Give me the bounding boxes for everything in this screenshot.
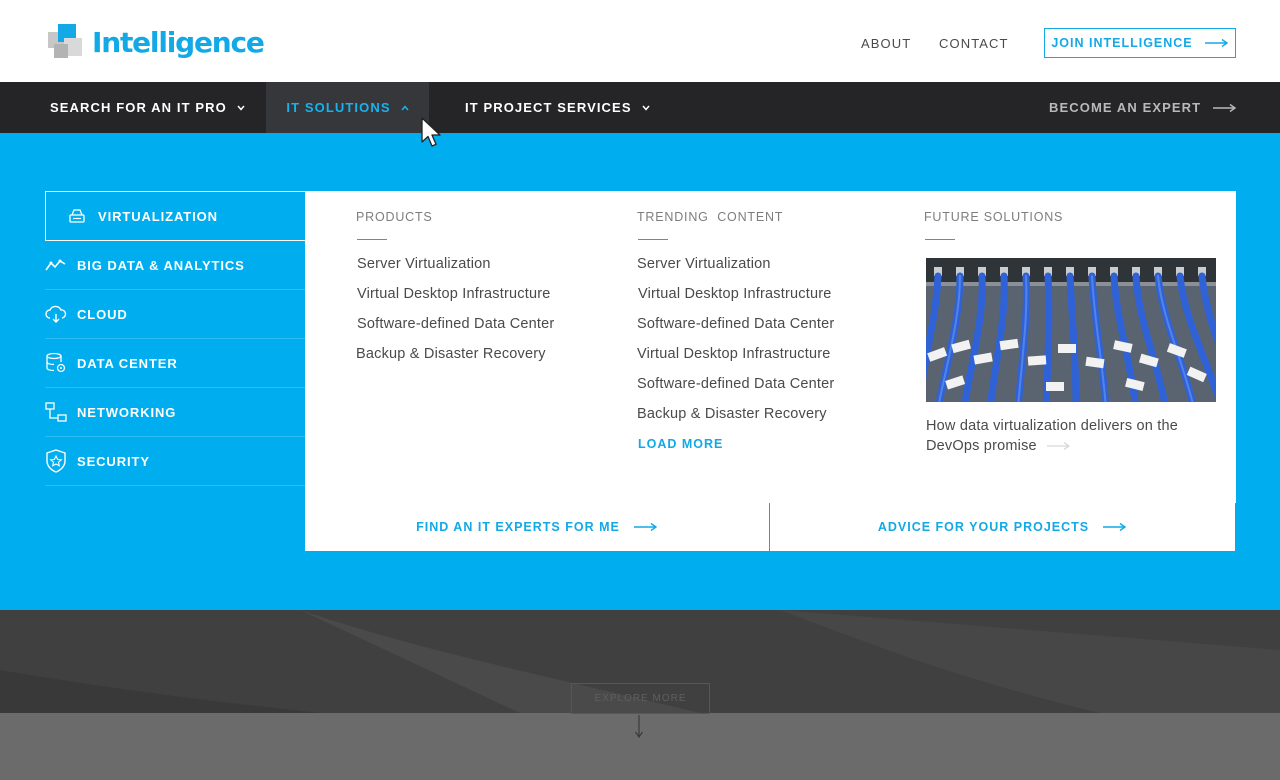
database-gear-icon [45, 352, 67, 374]
heading-underline [638, 239, 668, 240]
arrow-right-icon [1204, 38, 1228, 48]
nav-it-solutions[interactable]: IT SOLUTIONS [266, 82, 429, 133]
about-link[interactable]: ABOUT [861, 36, 911, 51]
category-networking[interactable]: NETWORKING [45, 388, 305, 437]
category-cloud[interactable]: CLOUD [45, 290, 305, 339]
nav-item-label: IT SOLUTIONS [286, 100, 391, 115]
main-nav: SEARCH FOR AN IT PRO IT SOLUTIONS IT PRO… [0, 82, 1280, 133]
arrow-right-icon [633, 522, 658, 532]
chevron-down-icon [642, 105, 650, 111]
products-heading: PRODUCTS [356, 210, 433, 224]
category-big-data[interactable]: BIG DATA & ANALYTICS [45, 241, 305, 290]
explore-more-button[interactable]: EXPLORE MORE [571, 683, 710, 714]
chevron-down-icon [237, 105, 245, 111]
product-link[interactable]: Virtual Desktop Infrastructure [357, 286, 551, 302]
heading-underline [357, 239, 387, 240]
virtualization-icon [66, 205, 88, 227]
arrow-right-icon [1047, 442, 1071, 451]
brand-logo[interactable]: Intelligence [48, 24, 265, 60]
trending-link[interactable]: Software-defined Data Center [637, 376, 834, 392]
category-virtualization[interactable]: VIRTUALIZATION [45, 191, 305, 241]
category-label: NETWORKING [77, 404, 177, 420]
network-cables-photo[interactable] [926, 258, 1216, 402]
cloud-icon [45, 303, 67, 325]
future-caption[interactable]: How data virtualization delivers on the … [926, 416, 1216, 456]
future-heading: FUTURE SOLUTIONS [924, 210, 1064, 224]
network-icon [45, 401, 67, 423]
join-intelligence-button[interactable]: JOIN INTELLIGENCE [1044, 28, 1236, 58]
nav-item-label: IT PROJECT SERVICES [465, 100, 632, 115]
trending-link[interactable]: Virtual Desktop Infrastructure [637, 346, 831, 362]
join-label: JOIN INTELLIGENCE [1051, 36, 1193, 50]
advice-projects-button[interactable]: ADVICE FOR YOUR PROJECTS [770, 503, 1235, 551]
brand-name: Intelligence [92, 25, 265, 59]
solutions-panel: PRODUCTS Server Virtualization Virtual D… [305, 191, 1236, 503]
become-label: BECOME AN EXPERT [1049, 100, 1202, 115]
contact-link[interactable]: CONTACT [939, 36, 1009, 51]
product-link[interactable]: Software-defined Data Center [357, 316, 554, 332]
cta-label: ADVICE FOR YOUR PROJECTS [877, 520, 1090, 534]
product-link[interactable]: Backup & Disaster Recovery [356, 346, 546, 362]
category-label: CLOUD [77, 306, 128, 322]
become-expert-link[interactable]: BECOME AN EXPERT [1049, 82, 1237, 133]
category-label: DATA CENTER [77, 355, 178, 371]
category-label: BIG DATA & ANALYTICS [77, 257, 245, 273]
arrow-right-icon [1213, 103, 1237, 112]
find-experts-button[interactable]: FIND AN IT EXPERTS FOR ME [305, 503, 769, 551]
arrow-down-icon [635, 715, 643, 739]
shield-star-icon [45, 449, 67, 473]
category-label: VIRTUALIZATION [98, 208, 218, 224]
product-link[interactable]: Server Virtualization [357, 256, 491, 272]
mouse-cursor-icon [421, 117, 441, 147]
trending-link[interactable]: Virtual Desktop Infrastructure [638, 286, 832, 302]
nav-item-label: SEARCH FOR AN IT PRO [50, 100, 227, 115]
trending-heading: TRENDING CONTENT [637, 210, 784, 224]
nav-search-it-pro[interactable]: SEARCH FOR AN IT PRO [50, 82, 245, 133]
chevron-up-icon [401, 104, 409, 111]
cta-label: FIND AN IT EXPERTS FOR ME [416, 520, 620, 534]
trending-link[interactable]: Software-defined Data Center [637, 316, 834, 332]
nav-it-project-services[interactable]: IT PROJECT SERVICES [465, 82, 650, 133]
category-label: SECURITY [77, 453, 150, 469]
logo-mark-icon [48, 24, 84, 60]
trending-link[interactable]: Backup & Disaster Recovery [637, 406, 827, 422]
trending-link[interactable]: Server Virtualization [637, 256, 771, 272]
category-security[interactable]: SECURITY [45, 437, 305, 486]
top-header: Intelligence ABOUT CONTACT JOIN INTELLIG… [0, 0, 1280, 82]
load-more-link[interactable]: LOAD MORE [638, 437, 723, 451]
heading-underline [925, 239, 955, 240]
line-chart-icon [45, 254, 67, 276]
category-data-center[interactable]: DATA CENTER [45, 339, 305, 388]
arrow-right-icon [1103, 522, 1127, 532]
